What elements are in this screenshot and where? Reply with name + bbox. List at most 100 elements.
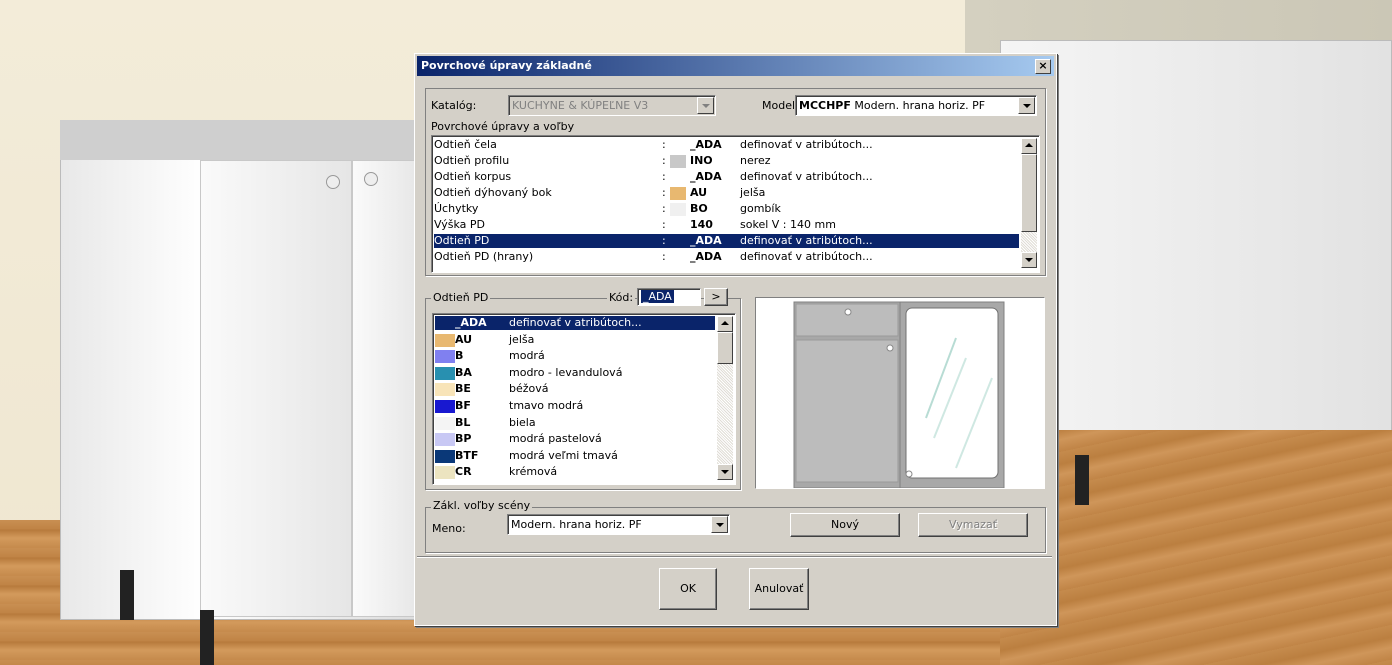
shade-item[interactable]: BL biela xyxy=(435,416,715,430)
surface-code: BO xyxy=(690,202,708,215)
scene-name-value: Modern. hrana horiz. PF xyxy=(511,518,642,531)
color-swatch xyxy=(435,416,455,430)
shade-code: _ADA xyxy=(455,316,487,329)
surface-separator: : xyxy=(662,218,666,231)
scroll-thumb[interactable] xyxy=(1021,154,1037,232)
shade-item[interactable]: Bmodrá xyxy=(435,349,715,364)
shade-desc: modro - levandulová xyxy=(509,365,623,379)
shade-item[interactable]: BP modrá pastelová xyxy=(435,432,715,447)
surface-desc: definovať v atribútoch... xyxy=(740,250,873,263)
surface-code: _ADA xyxy=(690,138,722,151)
shade-desc: jelša xyxy=(509,332,535,346)
shade-item[interactable]: BE béžová xyxy=(435,382,715,397)
surface-row[interactable]: Odtieň dýhovaný bok: AU jelša xyxy=(434,186,1019,200)
shade-desc: krémová xyxy=(509,465,558,479)
shade-item[interactable]: AU jelša xyxy=(435,333,715,347)
surface-separator: : xyxy=(662,138,666,151)
surface-name: Úchytky xyxy=(434,202,479,215)
cabinet-door-right xyxy=(352,160,422,617)
color-swatch xyxy=(435,449,455,463)
surface-row[interactable]: Odtieň profilu: INO nerez xyxy=(434,154,1019,168)
shade-code: BL xyxy=(455,415,471,429)
shade-code: BP xyxy=(455,432,472,446)
cabinet-leg xyxy=(200,610,214,665)
shade-desc: tmavo modrá xyxy=(509,399,584,412)
catalog-label: Katalóg: xyxy=(431,99,477,112)
shade-code: AU xyxy=(455,332,473,346)
shade-item[interactable]: BA modro - levandulová xyxy=(435,366,715,380)
color-swatch xyxy=(435,350,455,364)
surface-row[interactable]: Úchytky: BO gombík xyxy=(434,202,1019,216)
model-name: Modern. hrana horiz. PF xyxy=(854,99,986,112)
surface-separator: : xyxy=(662,250,666,263)
scroll-up-icon[interactable] xyxy=(1021,138,1037,154)
code-input[interactable]: _ADA xyxy=(637,288,701,306)
surface-code: _ADA xyxy=(690,234,722,247)
surface-separator: : xyxy=(662,170,666,183)
surface-separator: : xyxy=(662,186,666,199)
shade-scrollbar[interactable] xyxy=(717,316,733,480)
surface-desc: sokel V : 140 mm xyxy=(740,218,836,231)
surface-separator: : xyxy=(662,202,666,215)
surfaces-label: Povrchové úpravy a voľby xyxy=(431,120,575,133)
shade-desc: modrá xyxy=(509,349,545,363)
surface-separator: : xyxy=(662,234,666,247)
cabinet-leg xyxy=(1075,455,1089,505)
surface-name: Odtieň profilu xyxy=(434,154,510,167)
shade-item[interactable]: BTF modrá veľmi tmavá xyxy=(435,449,715,463)
dialog-title: Povrchové úpravy základné xyxy=(421,59,592,72)
shade-item[interactable]: CR krémová xyxy=(435,465,715,480)
surface-finish-dialog: Povrchové úpravy základné × Katalóg: KUC… xyxy=(414,53,1057,626)
cabinet-right xyxy=(1000,40,1392,460)
shade-item[interactable]: BF tmavo modrá xyxy=(435,399,715,413)
surface-desc: definovať v atribútoch... xyxy=(740,170,873,183)
surfaces-scrollbar[interactable] xyxy=(1021,138,1037,268)
surface-row[interactable]: Odtieň korpus: _ADA definovať v atribútoch… xyxy=(434,170,1019,184)
dialog-titlebar[interactable]: Povrchové úpravy základné × xyxy=(417,56,1054,76)
shade-desc: definovať v atribútoch... xyxy=(509,316,642,329)
surface-code: AU xyxy=(690,186,708,199)
chevron-down-icon[interactable] xyxy=(1018,97,1035,114)
shade-desc: modrá pastelová xyxy=(509,432,602,446)
scene-name-select[interactable]: Modern. hrana horiz. PF xyxy=(507,514,730,535)
close-button[interactable]: × xyxy=(1035,59,1051,74)
scroll-down-icon[interactable] xyxy=(717,464,733,480)
surface-row[interactable]: Odtieň PD: _ADA definovať v atribútoch... xyxy=(434,234,1019,248)
divider xyxy=(417,556,1052,558)
shade-list[interactable]: _ADA definovať v atribútoch... AU jelša Bmod… xyxy=(432,313,736,485)
new-button[interactable]: Nový xyxy=(790,513,900,537)
surface-name: Odtieň PD xyxy=(434,234,490,247)
code-input-value: _ADA xyxy=(641,290,674,303)
surface-row[interactable]: Odtieň PD (hrany): _ADA definovať v atribú… xyxy=(434,250,1019,264)
code-go-button[interactable]: > xyxy=(704,288,728,306)
scene-name-label: Meno: xyxy=(432,522,466,535)
surface-row[interactable]: Odtieň čela: _ADA definovať v atribútoch..… xyxy=(434,138,1019,152)
surfaces-list[interactable]: Odtieň čela: _ADA definovať v atribútoch..… xyxy=(431,135,1040,273)
color-swatch xyxy=(670,203,686,216)
ok-button[interactable]: OK xyxy=(659,568,717,610)
shade-code: BTF xyxy=(455,448,479,462)
surface-row[interactable]: Výška PD: 140 sokel V : 140 mm xyxy=(434,218,1019,232)
color-swatch xyxy=(435,366,455,380)
cancel-button[interactable]: Anulovať xyxy=(749,568,809,610)
scroll-thumb[interactable] xyxy=(717,332,733,364)
surface-code: _ADA xyxy=(690,170,722,183)
surface-separator: : xyxy=(662,154,666,167)
color-swatch xyxy=(435,383,455,397)
delete-button[interactable]: Vymazať xyxy=(918,513,1028,537)
shade-code: BE xyxy=(455,382,471,396)
model-code: MCCHPF xyxy=(799,99,851,112)
chevron-down-icon[interactable] xyxy=(711,516,728,533)
shade-item[interactable]: _ADA definovať v atribútoch... xyxy=(435,316,715,330)
surface-code: 140 xyxy=(690,218,713,231)
shade-code: B xyxy=(455,349,464,363)
shade-desc: biela xyxy=(509,415,536,429)
model-value: MCCHPF Modern. hrana horiz. PF xyxy=(799,99,985,112)
surface-desc: definovať v atribútoch... xyxy=(740,138,873,151)
cabinet-knob xyxy=(364,172,378,186)
model-select[interactable]: MCCHPF Modern. hrana horiz. PF xyxy=(795,95,1037,116)
cabinet-knob xyxy=(326,175,340,189)
shade-group-label: Odtieň PD xyxy=(431,291,491,304)
scroll-up-icon[interactable] xyxy=(717,316,733,332)
scroll-down-icon[interactable] xyxy=(1021,252,1037,268)
